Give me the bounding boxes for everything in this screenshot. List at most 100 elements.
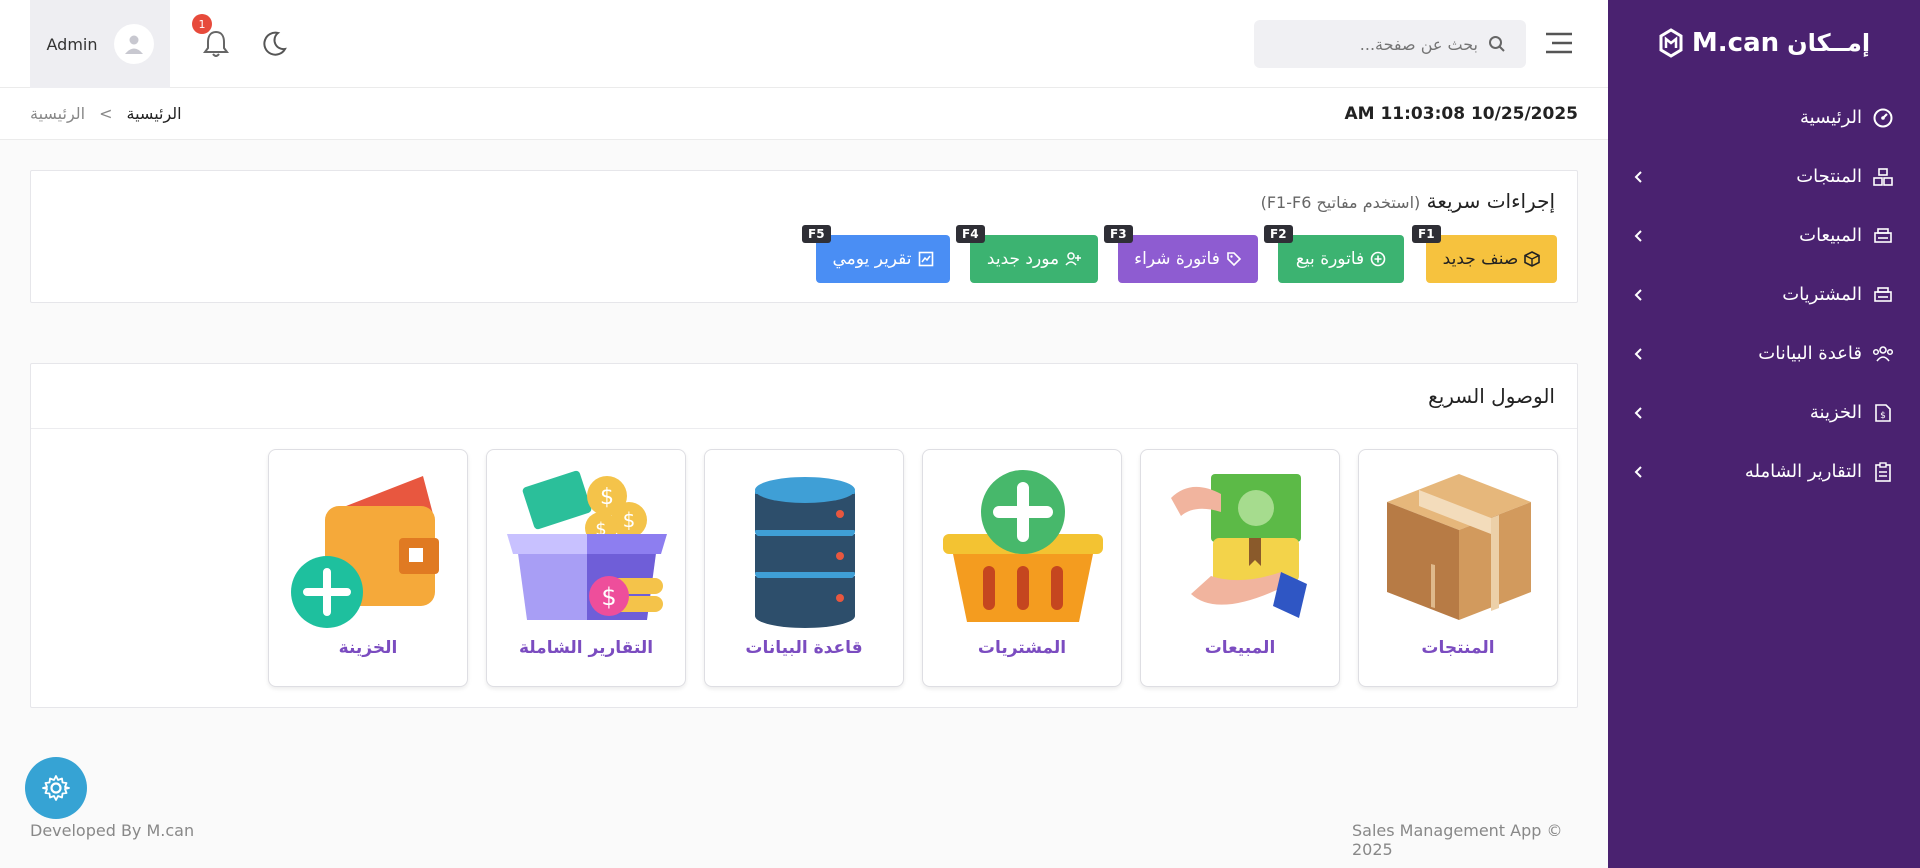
sales-icon: [1872, 225, 1894, 247]
brand-logo[interactable]: M.can إمــكان: [1608, 0, 1920, 86]
new-item-button[interactable]: F1 صنف جديد: [1412, 225, 1557, 283]
sidebar-item-label: المنتجات: [1796, 166, 1862, 187]
sidebar-item-label: قاعدة البيانات: [1758, 343, 1862, 364]
database-stack-icon: [755, 477, 855, 628]
svg-text:$: $: [623, 508, 636, 532]
chevron-left-icon: [1634, 288, 1642, 301]
sidebar-item-label: الخزينة: [1809, 402, 1862, 423]
breadcrumb-current: الرئيسية: [126, 104, 182, 123]
chart-square-icon: [918, 251, 933, 267]
dashboard-icon: [1872, 107, 1894, 129]
sidebar-item-label: المبيعات: [1799, 225, 1862, 246]
sidebar-item-database[interactable]: قاعدة البيانات: [1608, 324, 1920, 383]
sidebar-item-label: التقارير الشامله: [1744, 461, 1862, 482]
money-hand-icon: [1171, 474, 1307, 618]
sidebar-item-sales[interactable]: المبيعات: [1608, 206, 1920, 265]
sidebar-item-products[interactable]: المنتجات: [1608, 147, 1920, 206]
button-label: صنف جديد: [1442, 249, 1519, 269]
breadcrumb-separator: <: [99, 104, 113, 123]
search-icon: [1489, 36, 1505, 52]
chevron-left-icon: [1634, 229, 1642, 242]
search-input[interactable]: [1288, 34, 1478, 54]
quick-actions-title: إجراءات سريعة (استخدم مفاتيح F1-F6): [1261, 189, 1555, 213]
tile-label: قاعدة البيانات: [745, 638, 863, 658]
breadcrumb-item[interactable]: الرئيسية: [30, 104, 85, 123]
main-content: Admin 1 AM 11:03:08 10/25/2025 الرئيسية: [0, 0, 1608, 868]
shortcut-key: F1: [1412, 225, 1441, 243]
sidebar-item-treasury[interactable]: $ الخزينة: [1608, 383, 1920, 442]
tile-purchases[interactable]: المشتريات: [922, 449, 1122, 687]
sidebar-item-label: المشتريات: [1782, 284, 1862, 305]
brand-arabic-name: إمــكان: [1787, 29, 1871, 57]
chevron-left-icon: [1634, 406, 1642, 419]
basket-icon: [943, 470, 1103, 622]
search-box[interactable]: [1254, 20, 1526, 68]
gear-icon: [42, 775, 70, 801]
topbar: Admin 1: [0, 0, 1608, 88]
quick-actions-hint: (استخدم مفاتيح F1-F6): [1260, 193, 1421, 212]
current-datetime: AM 11:03:08 10/25/2025: [1344, 104, 1578, 124]
purchases-icon: [1872, 284, 1894, 306]
svg-text:$: $: [601, 583, 616, 611]
logo-mark-icon: [1659, 28, 1683, 58]
menu-toggle-icon[interactable]: [1544, 30, 1574, 56]
tile-database[interactable]: قاعدة البيانات: [704, 449, 904, 687]
quick-access-title: الوصول السريع: [1428, 384, 1555, 408]
shortcut-key: F3: [1104, 225, 1133, 243]
tile-reports[interactable]: $ $ $ $ التقارير الشاملة: [486, 449, 686, 687]
user-plus-icon: [1065, 252, 1082, 266]
daily-report-button[interactable]: F5 تقرير يومي: [802, 225, 950, 283]
box-icon: [1387, 474, 1531, 620]
user-menu[interactable]: Admin: [30, 0, 170, 88]
reports-icon: [1872, 461, 1894, 483]
sidebar-item-purchases[interactable]: المشتريات: [1608, 265, 1920, 324]
brand-name: M.can: [1691, 28, 1780, 58]
button-label: مورد جديد: [986, 249, 1060, 269]
button-label: تقرير يومي: [832, 249, 912, 269]
purchase-invoice-button[interactable]: F3 فاتورة شراء: [1104, 225, 1258, 283]
shortcut-key: F5: [802, 225, 831, 243]
svg-text:$: $: [600, 485, 614, 510]
settings-button[interactable]: [25, 757, 87, 819]
tile-label: المنتجات: [1421, 638, 1495, 658]
sales-invoice-button[interactable]: F2 فاتورة بيع: [1264, 225, 1404, 283]
button-label: فاتورة شراء: [1134, 249, 1220, 269]
avatar: [113, 24, 154, 64]
user-icon: [124, 35, 143, 54]
treasury-icon: $: [1872, 402, 1894, 424]
moon-icon[interactable]: [260, 30, 288, 58]
tile-products[interactable]: المنتجات: [1358, 449, 1558, 687]
svg-text:$: $: [1880, 411, 1886, 421]
shortcut-key: F2: [1264, 225, 1293, 243]
tile-label: التقارير الشاملة: [518, 638, 654, 658]
chevron-left-icon: [1634, 465, 1642, 478]
quick-access-card: الوصول السريع المنتجات المبيعات المشتريا…: [30, 363, 1578, 708]
cube-icon: [1524, 251, 1541, 267]
sidebar-item-reports[interactable]: التقارير الشامله: [1608, 442, 1920, 501]
plus-circle-icon: [1370, 251, 1386, 267]
wallet-icon: [291, 476, 439, 628]
tile-label: المشتريات: [977, 638, 1067, 658]
sidebar-item-home[interactable]: الرئيسية: [1608, 88, 1920, 147]
quick-access-header: الوصول السريع: [31, 364, 1577, 429]
tile-label: الخزينة: [338, 638, 398, 658]
tag-icon: [1227, 252, 1241, 267]
footer-copyright: Sales Management App © 2025: [1352, 821, 1563, 859]
quick-actions-heading: إجراءات سريعة: [1426, 189, 1555, 213]
tile-label: المبيعات: [1204, 638, 1276, 658]
sidebar: M.can إمــكان الرئيسية المنتجات المبيعات…: [1608, 0, 1920, 868]
database-icon: [1872, 343, 1894, 365]
reports-box-icon: $ $ $ $: [507, 470, 667, 620]
shortcut-key: F4: [956, 225, 985, 243]
tile-treasury[interactable]: الخزينة: [268, 449, 468, 687]
chevron-left-icon: [1634, 170, 1642, 183]
tile-sales[interactable]: المبيعات: [1140, 449, 1340, 687]
new-supplier-button[interactable]: F4 مورد جديد: [956, 225, 1098, 283]
breadcrumb-bar: AM 11:03:08 10/25/2025 الرئيسية < الرئيس…: [0, 88, 1608, 140]
quick-actions-card: إجراءات سريعة (استخدم مفاتيح F1-F6) F1 ص…: [30, 170, 1578, 303]
user-name: Admin: [46, 34, 98, 54]
button-label: فاتورة بيع: [1295, 249, 1365, 269]
chevron-left-icon: [1634, 347, 1642, 360]
products-icon: [1872, 166, 1894, 188]
breadcrumb: الرئيسية < الرئيسية: [30, 104, 182, 123]
